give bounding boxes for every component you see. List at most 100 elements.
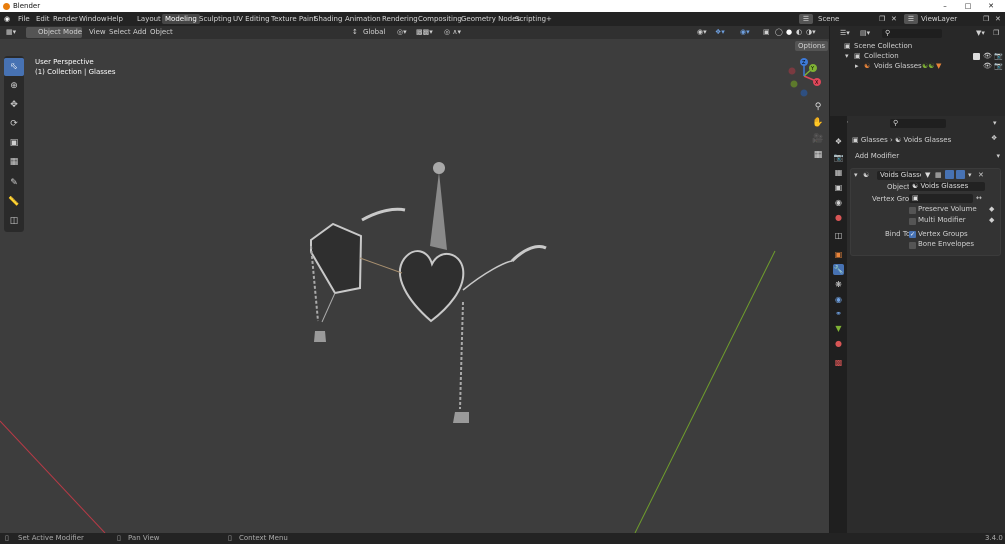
world-tab-icon[interactable]: ● bbox=[833, 212, 844, 223]
pivot-icon[interactable]: ◎▾ bbox=[397, 27, 407, 38]
bone-envelopes-checkbox[interactable] bbox=[909, 242, 916, 249]
blender-menu-icon[interactable]: ◉ bbox=[4, 12, 10, 26]
camera-view-icon[interactable]: 🎥 bbox=[810, 132, 826, 146]
navigation-gizmo[interactable]: X Y Z bbox=[784, 58, 826, 100]
material-tab-icon[interactable]: ● bbox=[833, 338, 844, 349]
add-cube-icon[interactable]: ◫ bbox=[4, 212, 24, 230]
visibility-icon[interactable]: ◉▾ bbox=[697, 27, 707, 38]
outliner-row-voids-glasses[interactable]: ▸ ☯ Voids Glasses ☯☯ ▼ 👁 📷 bbox=[838, 61, 1005, 71]
new-scene-icon[interactable]: ❐ bbox=[879, 12, 885, 26]
scene-name-field[interactable]: Scene bbox=[818, 12, 876, 26]
menu-window[interactable]: Window bbox=[79, 12, 107, 26]
proportional-edit-icon[interactable]: ◎ ∧▾ bbox=[444, 27, 461, 38]
object-tab-icon[interactable]: ▣ bbox=[833, 249, 844, 260]
menu-file[interactable]: File bbox=[18, 12, 30, 26]
material-shading-icon[interactable]: ◐ bbox=[796, 27, 802, 38]
expand-icon[interactable]: ▾ bbox=[845, 51, 849, 61]
minimize-icon[interactable]: – bbox=[938, 0, 952, 12]
measure-icon[interactable]: 📏 bbox=[4, 193, 24, 211]
add-menu[interactable]: Add bbox=[133, 27, 147, 38]
invert-vertex-group-icon[interactable]: ↔ bbox=[976, 194, 982, 202]
properties-search-input[interactable]: ⚲ bbox=[890, 119, 946, 128]
view-layer-name-field[interactable]: ViewLayer bbox=[921, 12, 979, 26]
object-menu[interactable]: Object bbox=[150, 27, 173, 38]
render-camera-icon[interactable]: 📷 bbox=[994, 51, 1003, 61]
filter-icon[interactable]: ▼▾ bbox=[976, 29, 985, 37]
keyframe-dot-icon[interactable]: ◆ bbox=[989, 216, 994, 224]
move-icon[interactable]: ✥ bbox=[4, 96, 24, 114]
view-layer-selector-icon[interactable]: ☰ bbox=[904, 14, 918, 24]
tab-sculpting[interactable]: Sculpting bbox=[196, 14, 235, 24]
add-workspace-button[interactable]: + bbox=[543, 14, 555, 24]
solid-shading-icon[interactable]: ● bbox=[786, 27, 792, 38]
edit-mode-toggle-icon[interactable]: ▼ bbox=[925, 171, 930, 179]
properties-options-icon[interactable]: ▾ bbox=[993, 119, 997, 127]
menu-render[interactable]: Render bbox=[53, 12, 78, 26]
render-tab-icon[interactable]: 📷 bbox=[833, 152, 844, 163]
tab-layout[interactable]: Layout bbox=[134, 14, 164, 24]
tab-uv-editing[interactable]: UV Editing bbox=[230, 14, 273, 24]
tab-modeling[interactable]: Modeling bbox=[162, 14, 200, 24]
scene-tab-icon[interactable]: ◉ bbox=[833, 197, 844, 208]
vertex-groups-checkbox[interactable]: ✓ bbox=[909, 231, 916, 238]
modifier-name-field[interactable]: Voids Glasses bbox=[877, 171, 921, 180]
new-collection-icon[interactable]: ❐ bbox=[993, 29, 999, 37]
cursor-icon[interactable]: ⊕ bbox=[4, 77, 24, 95]
outliner-display-mode-icon[interactable]: ▤▾ bbox=[860, 29, 870, 37]
tab-animation[interactable]: Animation bbox=[342, 14, 384, 24]
delete-scene-icon[interactable]: ✕ bbox=[891, 12, 897, 26]
editor-type-icon[interactable]: ▦▾ bbox=[6, 27, 16, 38]
constraints-tab-icon[interactable]: ⚭ bbox=[833, 308, 844, 319]
select-menu[interactable]: Select bbox=[109, 27, 131, 38]
visibility-eye-icon[interactable]: 👁 bbox=[983, 61, 992, 71]
scene-selector-icon[interactable]: ☰ bbox=[799, 14, 813, 24]
particles-tab-icon[interactable]: ❋ bbox=[833, 279, 844, 290]
new-view-layer-icon[interactable]: ❐ bbox=[983, 12, 989, 26]
multi-modifier-checkbox[interactable] bbox=[909, 218, 916, 225]
outliner-row-scene-collection[interactable]: ▣ Scene Collection bbox=[838, 41, 1005, 51]
xray-icon[interactable]: ▣ bbox=[763, 27, 770, 38]
view-menu[interactable]: View bbox=[89, 27, 106, 38]
snap-icon[interactable]: ▩▩▾ bbox=[416, 27, 433, 38]
delete-view-layer-icon[interactable]: ✕ bbox=[995, 12, 1001, 26]
tool-tab-icon[interactable]: ❖ bbox=[833, 136, 844, 147]
pin-icon[interactable]: ❖ bbox=[991, 134, 997, 142]
ortho-toggle-icon[interactable]: ▦ bbox=[810, 148, 826, 162]
zoom-icon[interactable]: ⚲ bbox=[810, 100, 826, 114]
tab-shading[interactable]: Shading bbox=[311, 14, 345, 24]
expand-icon[interactable]: ▸ bbox=[855, 61, 859, 71]
3d-viewport[interactable]: ▦▾ Object Mode View Select Add Object ↕ … bbox=[0, 26, 829, 533]
options-button[interactable]: Options bbox=[795, 41, 829, 51]
output-tab-icon[interactable]: ▦ bbox=[833, 167, 844, 178]
collection-tab-icon[interactable]: ◫ bbox=[833, 230, 844, 241]
collection-checkbox[interactable] bbox=[973, 53, 980, 60]
cage-toggle-icon[interactable]: ▦ bbox=[935, 171, 942, 179]
outliner-editor-icon[interactable]: ☰▾ bbox=[840, 29, 850, 37]
orientation-selector[interactable]: Global bbox=[363, 27, 385, 38]
menu-edit[interactable]: Edit bbox=[36, 12, 50, 26]
add-modifier-button[interactable]: Add Modifier ▾ bbox=[852, 151, 1003, 161]
visibility-eye-icon[interactable]: 👁 bbox=[983, 51, 992, 61]
data-tab-icon[interactable]: ▼ bbox=[833, 323, 844, 334]
orientation-icon[interactable]: ↕ bbox=[352, 27, 358, 38]
transform-icon[interactable]: ▦ bbox=[4, 153, 24, 171]
view-layer-tab-icon[interactable]: ▣ bbox=[833, 182, 844, 193]
gizmo-icon[interactable]: ❖▾ bbox=[715, 27, 725, 38]
rendered-shading-icon[interactable]: ◑▾ bbox=[806, 27, 816, 38]
wireframe-shading-icon[interactable]: ◯ bbox=[775, 27, 783, 38]
scale-icon[interactable]: ▣ bbox=[4, 134, 24, 152]
render-camera-icon[interactable]: 📷 bbox=[994, 61, 1003, 71]
object-field[interactable]: ☯ Voids Glasses bbox=[909, 182, 985, 191]
annotate-icon[interactable]: ✎ bbox=[4, 174, 24, 192]
texture-tab-icon[interactable]: ▩ bbox=[833, 357, 844, 368]
physics-tab-icon[interactable]: ◉ bbox=[833, 294, 844, 305]
select-box-icon[interactable]: ⬁ bbox=[4, 58, 24, 76]
outliner-row-collection[interactable]: ▾ ▣ Collection 👁 📷 bbox=[838, 51, 1005, 61]
overlay-icon[interactable]: ◉▾ bbox=[740, 27, 750, 38]
modifier-tab-icon[interactable]: 🔧 bbox=[833, 264, 844, 275]
collapse-icon[interactable]: ▾ bbox=[854, 171, 858, 179]
maximize-icon[interactable]: □ bbox=[961, 0, 975, 12]
modifier-menu-icon[interactable]: ▾ bbox=[968, 171, 972, 179]
menu-help[interactable]: Help bbox=[107, 12, 123, 26]
keyframe-dot-icon[interactable]: ◆ bbox=[989, 205, 994, 213]
